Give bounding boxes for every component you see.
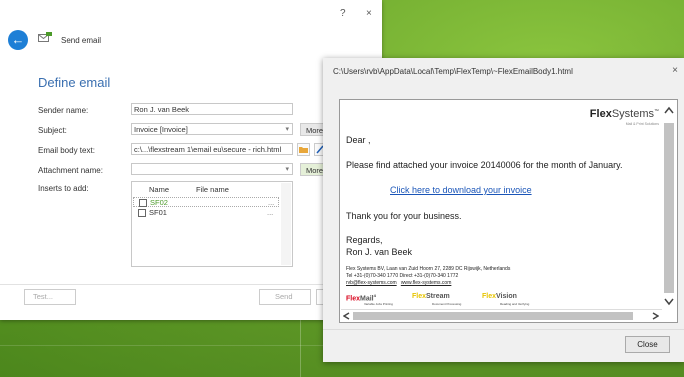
browse-ellipsis[interactable]: ...	[268, 198, 274, 208]
close-icon[interactable]: ×	[672, 65, 678, 76]
help-button[interactable]: ?	[340, 8, 346, 19]
sender-label: Sender name:	[38, 106, 89, 115]
email-link[interactable]: rvb@flex-systems.com	[346, 280, 397, 286]
test-button[interactable]: Test...	[24, 289, 76, 305]
attachment-label: Attachment name:	[38, 166, 103, 175]
column-header-name: Name	[149, 185, 170, 194]
attachment-name-select[interactable]: ▾	[131, 163, 293, 175]
dialog-title: Send email	[61, 36, 102, 45]
section-heading: Define email	[38, 75, 111, 90]
chevron-down-icon: ▾	[285, 126, 289, 133]
open-folder-icon[interactable]	[297, 143, 310, 156]
brand-part: Flex	[412, 293, 427, 300]
preview-title: C:\Users\rvb\AppData\Local\Temp\FlexTemp…	[333, 67, 573, 76]
row-checkbox[interactable]	[138, 209, 146, 217]
logo-tagline: Mail & Print Solutions	[625, 122, 659, 126]
scroll-down-icon	[664, 298, 674, 306]
flexsystems-logo: FlexSystems™	[590, 108, 659, 120]
scroll-right-icon	[652, 312, 659, 320]
subject-value: Invoice [Invoice]	[134, 125, 188, 134]
flexmail-logo: FlexMail4	[346, 293, 376, 302]
brand-tagline: Reading and Verifying	[500, 302, 530, 306]
chevron-down-icon: ▾	[285, 166, 289, 173]
scrollbar-thumb[interactable]	[353, 312, 633, 320]
subject-select[interactable]: Invoice [Invoice] ▾	[131, 123, 293, 135]
brand-part: Flex	[346, 295, 361, 303]
browse-ellipsis[interactable]: ...	[267, 208, 273, 218]
brand-tagline: Document Processing	[432, 302, 462, 306]
flexvision-logo: FlexVision	[482, 293, 517, 300]
flexstream-logo: FlexStream	[412, 293, 450, 300]
column-header-file-name: File name	[196, 185, 229, 194]
close-button[interactable]: Close	[625, 336, 670, 353]
email-icon	[38, 32, 52, 42]
scroll-up-icon	[664, 106, 674, 114]
sender-name-input[interactable]: Ron J. van Beek	[131, 103, 293, 115]
thanks-line: Thank you for your business.	[346, 211, 462, 221]
brand-tagline: Variable Jobs Printing	[364, 302, 393, 306]
edit-icon[interactable]	[314, 143, 324, 156]
logo-part: ™	[654, 108, 659, 115]
brand-part: Stream	[426, 293, 450, 300]
brand-part: 4	[373, 293, 376, 298]
contact-line: rvb@flex-systems.com www.flex-systems.co…	[346, 280, 451, 286]
brand-part: Vision	[496, 293, 517, 300]
scroll-left-icon	[343, 312, 350, 320]
email-body-view: FlexSystems™ Mail & Print Solutions Dear…	[339, 99, 678, 323]
row-checkbox[interactable]	[139, 199, 147, 207]
tel-line: Tel +31-(0)70-340 1770 Direct +31-(0)70-…	[346, 273, 459, 279]
inserts-table: Name File name SF02 ... SF01 ...	[131, 181, 293, 267]
send-button[interactable]: Send	[259, 289, 311, 305]
horizontal-scrollbar[interactable]	[341, 309, 662, 322]
table-row[interactable]: SF02 ...	[133, 197, 279, 207]
regards-line: Regards,	[346, 235, 383, 245]
scrollbar-thumb[interactable]	[664, 123, 674, 293]
body-text-label: Email body text:	[38, 146, 95, 155]
inserts-label: Inserts to add:	[38, 184, 89, 193]
body-line: Please find attached your invoice 201400…	[346, 160, 623, 170]
web-link[interactable]: www.flex-systems.com	[401, 280, 452, 286]
logo-part: Systems	[611, 108, 654, 120]
brand-part: Flex	[482, 293, 497, 300]
footer-divider	[323, 329, 684, 330]
download-invoice-link[interactable]: Click here to download your invoice	[390, 185, 532, 195]
email-preview-window: C:\Users\rvb\AppData\Local\Temp\FlexTemp…	[323, 58, 684, 362]
greeting: Dear ,	[346, 135, 371, 145]
back-arrow-icon[interactable]: ←	[8, 30, 28, 50]
table-row[interactable]: SF01 ...	[133, 208, 279, 218]
vertical-scrollbar[interactable]	[662, 101, 676, 322]
close-button[interactable]: ×	[366, 8, 372, 19]
table-scrollbar[interactable]	[281, 183, 291, 265]
row-name: SF02	[150, 198, 168, 207]
subject-label: Subject:	[38, 126, 67, 135]
row-name: SF01	[149, 208, 167, 217]
logo-part: Flex	[589, 108, 612, 120]
body-text-input[interactable]: c:\...\flexstream 1\email eu\secure - ri…	[131, 143, 293, 155]
address-line: Flex Systems BV, Laan van Zuid Hoorn 27,…	[346, 266, 511, 272]
signer-name: Ron J. van Beek	[346, 247, 413, 257]
